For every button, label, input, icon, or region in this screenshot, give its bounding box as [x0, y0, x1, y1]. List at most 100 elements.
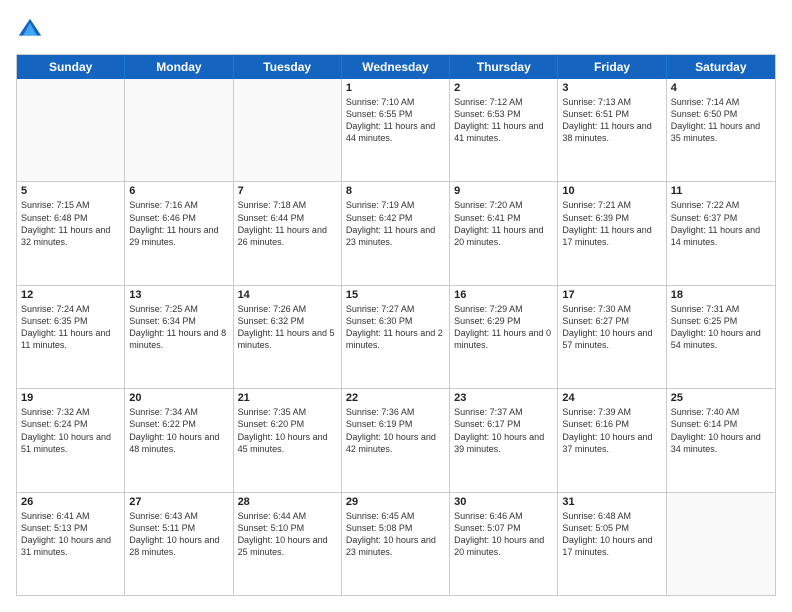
calendar-cell-empty [17, 79, 125, 181]
header-day-monday: Monday [125, 55, 233, 79]
day-number: 29 [346, 496, 445, 508]
calendar-header: SundayMondayTuesdayWednesdayThursdayFrid… [17, 55, 775, 79]
day-number: 7 [238, 185, 337, 197]
day-info: Sunrise: 7:29 AM Sunset: 6:29 PM Dayligh… [454, 303, 553, 352]
day-info: Sunrise: 6:41 AM Sunset: 5:13 PM Dayligh… [21, 510, 120, 559]
day-info: Sunrise: 7:20 AM Sunset: 6:41 PM Dayligh… [454, 199, 553, 248]
day-info: Sunrise: 7:12 AM Sunset: 6:53 PM Dayligh… [454, 96, 553, 145]
day-info: Sunrise: 7:34 AM Sunset: 6:22 PM Dayligh… [129, 406, 228, 455]
calendar-cell-day-9: 9 Sunrise: 7:20 AM Sunset: 6:41 PM Daylig… [450, 182, 558, 284]
day-info: Sunrise: 7:35 AM Sunset: 6:20 PM Dayligh… [238, 406, 337, 455]
day-info: Sunrise: 6:48 AM Sunset: 5:05 PM Dayligh… [562, 510, 661, 559]
calendar-cell-day-27: 27 Sunrise: 6:43 AM Sunset: 5:11 PM Dayli… [125, 493, 233, 595]
calendar-cell-empty [667, 493, 775, 595]
calendar-row-1: 1Sunrise: 7:10 AM Sunset: 6:55 PM Daylig… [17, 79, 775, 181]
logo-icon [16, 16, 44, 44]
calendar-cell-day-13: 13 Sunrise: 7:25 AM Sunset: 6:34 PM Dayli… [125, 286, 233, 388]
day-info: Sunrise: 7:19 AM Sunset: 6:42 PM Dayligh… [346, 199, 445, 248]
header [16, 16, 776, 44]
calendar-cell-day-8: 8Sunrise: 7:19 AM Sunset: 6:42 PM Daylig… [342, 182, 450, 284]
calendar-cell-day-21: 21Sunrise: 7:35 AM Sunset: 6:20 PM Dayli… [234, 389, 342, 491]
calendar-cell-day-2: 2 Sunrise: 7:12 AM Sunset: 6:53 PM Daylig… [450, 79, 558, 181]
day-number: 16 [454, 289, 553, 301]
header-day-friday: Friday [558, 55, 666, 79]
day-number: 1 [346, 82, 445, 94]
calendar-cell-day-18: 18 Sunrise: 7:31 AM Sunset: 6:25 PM Dayli… [667, 286, 775, 388]
calendar-cell-day-19: 19Sunrise: 7:32 AM Sunset: 6:24 PM Dayli… [17, 389, 125, 491]
day-number: 19 [21, 392, 120, 404]
day-info: Sunrise: 7:14 AM Sunset: 6:50 PM Dayligh… [671, 96, 771, 145]
day-number: 2 [454, 82, 553, 94]
calendar-cell-day-11: 11 Sunrise: 7:22 AM Sunset: 6:37 PM Dayli… [667, 182, 775, 284]
calendar-cell-day-5: 5 Sunrise: 7:15 AM Sunset: 6:48 PM Daylig… [17, 182, 125, 284]
day-info: Sunrise: 7:22 AM Sunset: 6:37 PM Dayligh… [671, 199, 771, 248]
day-info: Sunrise: 6:45 AM Sunset: 5:08 PM Dayligh… [346, 510, 445, 559]
page: SundayMondayTuesdayWednesdayThursdayFrid… [0, 0, 792, 612]
day-info: Sunrise: 7:36 AM Sunset: 6:19 PM Dayligh… [346, 406, 445, 455]
day-info: Sunrise: 7:37 AM Sunset: 6:17 PM Dayligh… [454, 406, 553, 455]
day-number: 3 [562, 82, 661, 94]
calendar-cell-day-29: 29 Sunrise: 6:45 AM Sunset: 5:08 PM Dayli… [342, 493, 450, 595]
day-info: Sunrise: 7:39 AM Sunset: 6:16 PM Dayligh… [562, 406, 661, 455]
day-number: 25 [671, 392, 771, 404]
calendar-cell-day-12: 12Sunrise: 7:24 AM Sunset: 6:35 PM Dayli… [17, 286, 125, 388]
day-number: 31 [562, 496, 661, 508]
day-number: 14 [238, 289, 337, 301]
day-info: Sunrise: 7:16 AM Sunset: 6:46 PM Dayligh… [129, 199, 228, 248]
day-number: 11 [671, 185, 771, 197]
calendar-cell-day-17: 17 Sunrise: 7:30 AM Sunset: 6:27 PM Dayli… [558, 286, 666, 388]
header-day-sunday: Sunday [17, 55, 125, 79]
header-day-tuesday: Tuesday [234, 55, 342, 79]
day-number: 15 [346, 289, 445, 301]
calendar-cell-day-14: 14Sunrise: 7:26 AM Sunset: 6:32 PM Dayli… [234, 286, 342, 388]
calendar-cell-day-26: 26 Sunrise: 6:41 AM Sunset: 5:13 PM Dayli… [17, 493, 125, 595]
calendar-cell-day-7: 7 Sunrise: 7:18 AM Sunset: 6:44 PM Daylig… [234, 182, 342, 284]
header-day-wednesday: Wednesday [342, 55, 450, 79]
calendar-cell-day-4: 4 Sunrise: 7:14 AM Sunset: 6:50 PM Daylig… [667, 79, 775, 181]
day-number: 24 [562, 392, 661, 404]
calendar-cell-day-31: 31 Sunrise: 6:48 AM Sunset: 5:05 PM Dayli… [558, 493, 666, 595]
day-number: 18 [671, 289, 771, 301]
calendar-cell-day-10: 10 Sunrise: 7:21 AM Sunset: 6:39 PM Dayli… [558, 182, 666, 284]
day-info: Sunrise: 7:27 AM Sunset: 6:30 PM Dayligh… [346, 303, 445, 352]
day-info: Sunrise: 7:25 AM Sunset: 6:34 PM Dayligh… [129, 303, 228, 352]
day-number: 4 [671, 82, 771, 94]
calendar-cell-day-6: 6 Sunrise: 7:16 AM Sunset: 6:46 PM Daylig… [125, 182, 233, 284]
day-number: 17 [562, 289, 661, 301]
day-number: 13 [129, 289, 228, 301]
calendar-cell-day-20: 20Sunrise: 7:34 AM Sunset: 6:22 PM Dayli… [125, 389, 233, 491]
day-info: Sunrise: 6:43 AM Sunset: 5:11 PM Dayligh… [129, 510, 228, 559]
day-number: 30 [454, 496, 553, 508]
calendar-cell-day-23: 23 Sunrise: 7:37 AM Sunset: 6:17 PM Dayli… [450, 389, 558, 491]
calendar-cell-day-25: 25 Sunrise: 7:40 AM Sunset: 6:14 PM Dayli… [667, 389, 775, 491]
day-number: 23 [454, 392, 553, 404]
day-number: 5 [21, 185, 120, 197]
day-info: Sunrise: 7:40 AM Sunset: 6:14 PM Dayligh… [671, 406, 771, 455]
day-number: 6 [129, 185, 228, 197]
day-number: 10 [562, 185, 661, 197]
calendar-row-2: 5 Sunrise: 7:15 AM Sunset: 6:48 PM Daylig… [17, 181, 775, 284]
day-info: Sunrise: 7:15 AM Sunset: 6:48 PM Dayligh… [21, 199, 120, 248]
day-info: Sunrise: 7:30 AM Sunset: 6:27 PM Dayligh… [562, 303, 661, 352]
day-info: Sunrise: 7:31 AM Sunset: 6:25 PM Dayligh… [671, 303, 771, 352]
day-number: 9 [454, 185, 553, 197]
calendar-cell-day-1: 1Sunrise: 7:10 AM Sunset: 6:55 PM Daylig… [342, 79, 450, 181]
calendar-body: 1Sunrise: 7:10 AM Sunset: 6:55 PM Daylig… [17, 79, 775, 595]
calendar-cell-empty [125, 79, 233, 181]
day-info: Sunrise: 7:21 AM Sunset: 6:39 PM Dayligh… [562, 199, 661, 248]
day-number: 27 [129, 496, 228, 508]
day-number: 28 [238, 496, 337, 508]
day-info: Sunrise: 7:24 AM Sunset: 6:35 PM Dayligh… [21, 303, 120, 352]
day-number: 26 [21, 496, 120, 508]
calendar-cell-day-30: 30Sunrise: 6:46 AM Sunset: 5:07 PM Dayli… [450, 493, 558, 595]
calendar-cell-day-22: 22 Sunrise: 7:36 AM Sunset: 6:19 PM Dayli… [342, 389, 450, 491]
calendar-cell-day-15: 15 Sunrise: 7:27 AM Sunset: 6:30 PM Dayli… [342, 286, 450, 388]
calendar-cell-day-3: 3 Sunrise: 7:13 AM Sunset: 6:51 PM Daylig… [558, 79, 666, 181]
day-info: Sunrise: 7:18 AM Sunset: 6:44 PM Dayligh… [238, 199, 337, 248]
day-info: Sunrise: 7:13 AM Sunset: 6:51 PM Dayligh… [562, 96, 661, 145]
calendar-row-4: 19Sunrise: 7:32 AM Sunset: 6:24 PM Dayli… [17, 388, 775, 491]
header-day-thursday: Thursday [450, 55, 558, 79]
day-number: 22 [346, 392, 445, 404]
calendar-cell-empty [234, 79, 342, 181]
calendar-cell-day-28: 28Sunrise: 6:44 AM Sunset: 5:10 PM Dayli… [234, 493, 342, 595]
